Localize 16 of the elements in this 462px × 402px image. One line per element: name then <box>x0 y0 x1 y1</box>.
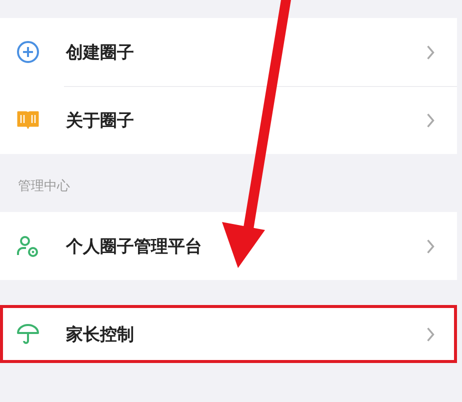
menu-item[interactable]: 个人圈子管理平台 <box>0 212 457 280</box>
chevron-right-icon <box>426 326 435 342</box>
menu-item[interactable]: 家长控制 <box>0 305 457 363</box>
menu-item-label: 关于圈子 <box>66 110 135 132</box>
menu-item[interactable]: 关于圈子 <box>0 86 457 154</box>
chevron-right-icon <box>426 112 435 128</box>
chevron-right-icon <box>426 44 435 60</box>
section-heading: 管理中心 <box>17 178 71 196</box>
umbrella-icon <box>16 322 40 346</box>
menu-item-label: 个人圈子管理平台 <box>66 236 203 258</box>
chevron-right-icon <box>426 238 435 254</box>
plus-circle-icon <box>16 40 40 64</box>
person-gear-icon <box>16 234 40 258</box>
menu-item[interactable]: 创建圈子 <box>0 18 457 86</box>
menu-item-label: 家长控制 <box>66 324 135 346</box>
menu-item-label: 创建圈子 <box>66 42 135 64</box>
